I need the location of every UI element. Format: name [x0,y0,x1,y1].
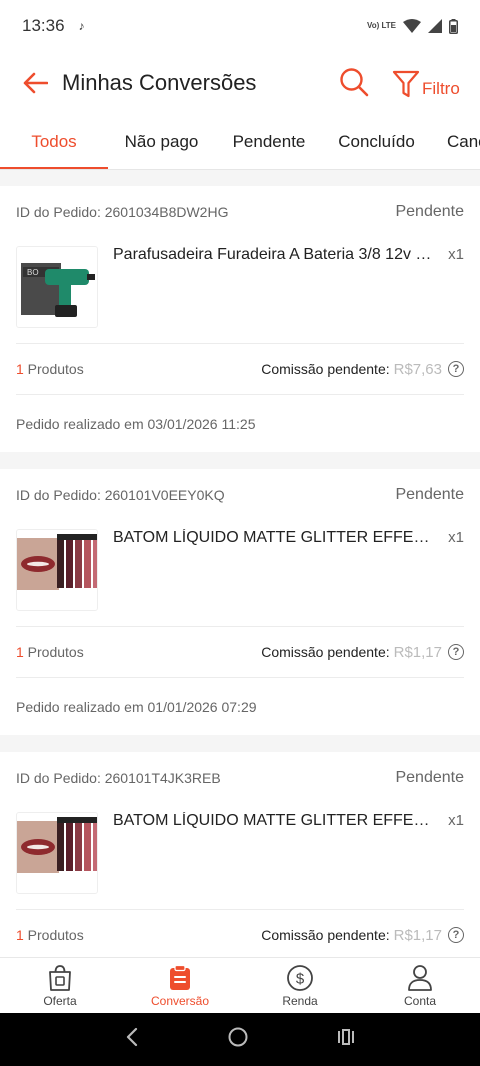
commission-label: Comissão pendente: [261,644,390,660]
nav-item-conta[interactable]: Conta [360,958,480,1013]
question-mark-icon[interactable]: ? [448,361,464,377]
order-summary: 1 Produtos Comissão pendente: R$7,63 ? [16,344,464,395]
product-quantity: x1 [448,812,464,829]
question-mark-icon[interactable]: ? [448,644,464,660]
page-title: Minhas Conversões [62,70,257,95]
active-tab-indicator [0,167,108,169]
order-id: ID do Pedido: 260101V0EEY0KQ [16,487,225,503]
order-list: ID do Pedido: 2601034B8DW2HG Pendente BO… [0,186,480,1035]
tab-cancelado[interactable]: Canc [447,114,480,169]
commission-value: R$7,63 [393,360,442,378]
order-date: Pedido realizado em 01/01/2026 07:29 [16,698,257,715]
order-header: ID do Pedido: 260101V0EEY0KQ Pendente [16,469,464,519]
product-quantity: x1 [448,529,464,546]
product-thumbnail-drill: BO [16,246,98,328]
commission: Comissão pendente: R$1,17 ? [261,927,464,944]
product-count-number: 1 [16,927,24,943]
status-tabs: Todos Não pago Pendente Concluído Canc [0,114,480,170]
filter-button[interactable]: Filtro [392,64,460,104]
order-header: ID do Pedido: 2601034B8DW2HG Pendente [16,186,464,236]
order-status: Pendente [395,203,464,220]
product-quantity: x1 [448,246,464,263]
bottom-nav: Oferta Conversão $ Renda Conta [0,957,480,1013]
system-back-icon[interactable] [124,1027,140,1052]
search-button[interactable] [334,62,374,102]
system-nav-bar [0,1013,480,1066]
tab-pendente[interactable]: Pendente [215,114,323,169]
back-button[interactable] [8,56,62,110]
nav-item-renda[interactable]: $ Renda [240,958,360,1013]
tiktok-notification-icon: ♪ [78,19,85,33]
battery-icon [449,18,458,34]
tab-nao-pago[interactable]: Não pago [108,114,215,169]
product-row[interactable]: BO Parafusadeira Furadeira A Bateria 3/8… [16,236,464,344]
commission-label: Comissão pendente: [261,927,390,943]
product-count: 1 Produtos [16,927,84,943]
system-recents-icon[interactable] [336,1027,356,1052]
signal-icon [428,19,442,33]
app-header: Minhas Conversões Filtro [0,52,480,114]
nav-item-conversao[interactable]: Conversão [120,958,240,1013]
product-count-label: Produtos [23,361,84,377]
nav-label-conta: Conta [403,994,437,1008]
product-count-label: Produtos [23,644,84,660]
order-summary: 1 Produtos Comissão pendente: R$1,17 ? [16,910,464,961]
order-status: Pendente [395,769,464,786]
order-card[interactable]: ID do Pedido: 260101V0EEY0KQ Pendente BA… [0,469,480,735]
arrow-left-icon [23,72,48,94]
commission: Comissão pendente: R$1,17 ? [261,644,464,661]
product-count-number: 1 [16,361,24,377]
product-name: Parafusadeira Furadeira A Bateria 3/8 12… [113,246,435,263]
nav-item-oferta[interactable]: Oferta [0,958,120,1013]
volte-icon: Vo) LTE [367,22,396,30]
product-thumbnail-lipstick [16,529,98,611]
product-name: BATOM LÍQUIDO MATTE GLITTER EFFECT P... [113,529,435,546]
commission: Comissão pendente: R$7,63 ? [261,361,464,378]
order-id: ID do Pedido: 2601034B8DW2HG [16,204,229,220]
order-date: Pedido realizado em 03/01/2026 11:25 [16,415,256,432]
dollar-circle-icon: $ [285,963,315,993]
svg-text:BO: BO [27,268,39,277]
product-count-number: 1 [16,644,24,660]
filter-label: Filtro [422,79,460,98]
user-icon [405,963,435,993]
shopping-bag-icon [45,963,75,993]
status-bar: 13:36 ♪ Vo) LTE [0,0,480,52]
tab-todos[interactable]: Todos [0,114,108,169]
clipboard-icon [165,963,195,993]
filter-icon [392,70,420,98]
product-thumbnail-lipstick [16,812,98,894]
commission-value: R$1,17 [393,643,442,661]
order-status: Pendente [395,486,464,503]
order-summary: 1 Produtos Comissão pendente: R$1,17 ? [16,627,464,678]
status-icons: Vo) LTE [367,18,458,34]
order-id: ID do Pedido: 260101T4JK3REB [16,770,221,786]
wifi-icon [403,19,421,33]
status-time: 13:36 [22,16,65,35]
order-header: ID do Pedido: 260101T4JK3REB Pendente [16,752,464,802]
network-label: Vo) LTE [366,21,396,30]
system-home-icon[interactable] [227,1026,249,1053]
commission-label: Comissão pendente: [261,361,390,377]
product-name: BATOM LÍQUIDO MATTE GLITTER EFFECT P... [113,812,435,829]
product-count: 1 Produtos [16,644,84,660]
product-row[interactable]: BATOM LÍQUIDO MATTE GLITTER EFFECT P... … [16,519,464,627]
nav-label-conversao: Conversão [150,994,210,1008]
product-count: 1 Produtos [16,361,84,377]
tab-concluido[interactable]: Concluído [323,114,430,169]
order-card[interactable]: ID do Pedido: 2601034B8DW2HG Pendente BO… [0,186,480,452]
product-count-label: Produtos [23,927,84,943]
nav-label-renda: Renda [282,994,318,1008]
nav-label-oferta: Oferta [43,994,77,1008]
commission-value: R$1,17 [393,926,442,944]
svg-text:$: $ [296,971,305,988]
product-row[interactable]: BATOM LÍQUIDO MATTE GLITTER EFFECT P... … [16,802,464,910]
search-icon [340,68,369,97]
question-mark-icon[interactable]: ? [448,927,464,943]
